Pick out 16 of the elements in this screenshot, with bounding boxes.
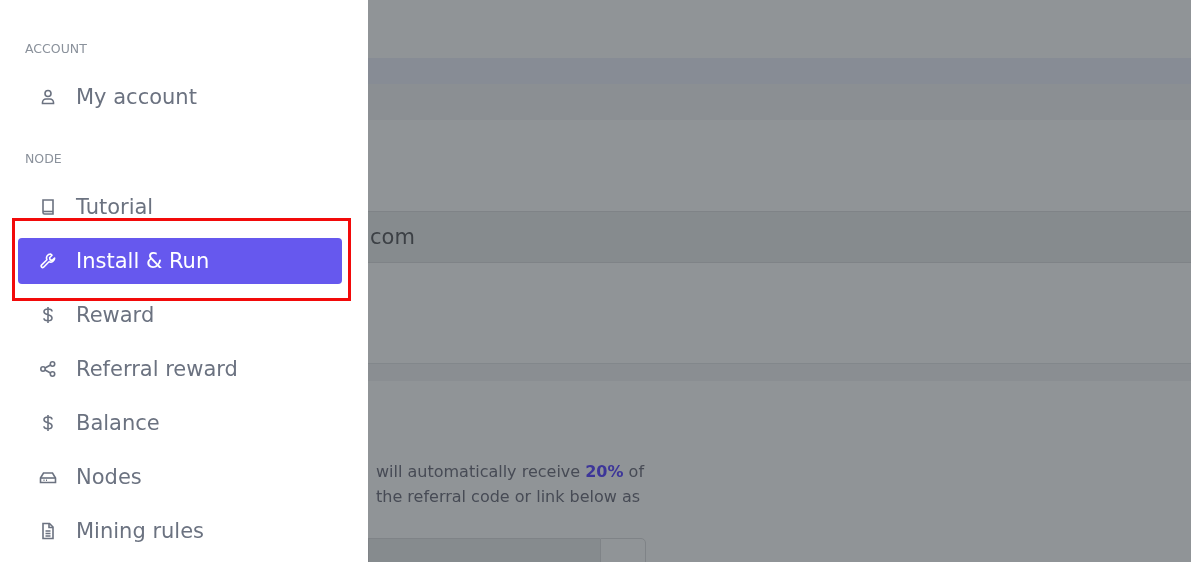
sidebar-item[interactable]: Balance	[18, 400, 342, 446]
text-field[interactable]	[368, 538, 600, 562]
sidebar-item[interactable]: Install & Run	[18, 238, 342, 284]
sidebar-item[interactable]: Mining rules	[18, 508, 342, 554]
input-field[interactable]: com	[368, 211, 1191, 263]
share-icon	[38, 359, 58, 379]
sidebar-item[interactable]: Reward	[18, 292, 342, 338]
section-heading: ACCOUNT	[24, 40, 88, 58]
paragraph-line: the referral code or link below as	[376, 486, 642, 508]
sidebar-item[interactable]: Referral reward	[18, 346, 342, 392]
section-heading: NODE	[24, 150, 63, 168]
paragraph-line: will automatically receive 20% of	[376, 461, 646, 483]
sidebar-item[interactable]: Tutorial	[18, 184, 342, 230]
sidebar-item[interactable]: My account	[18, 74, 342, 120]
sidebar-item[interactable]: Nodes	[18, 454, 342, 500]
wrench-icon	[38, 251, 58, 271]
